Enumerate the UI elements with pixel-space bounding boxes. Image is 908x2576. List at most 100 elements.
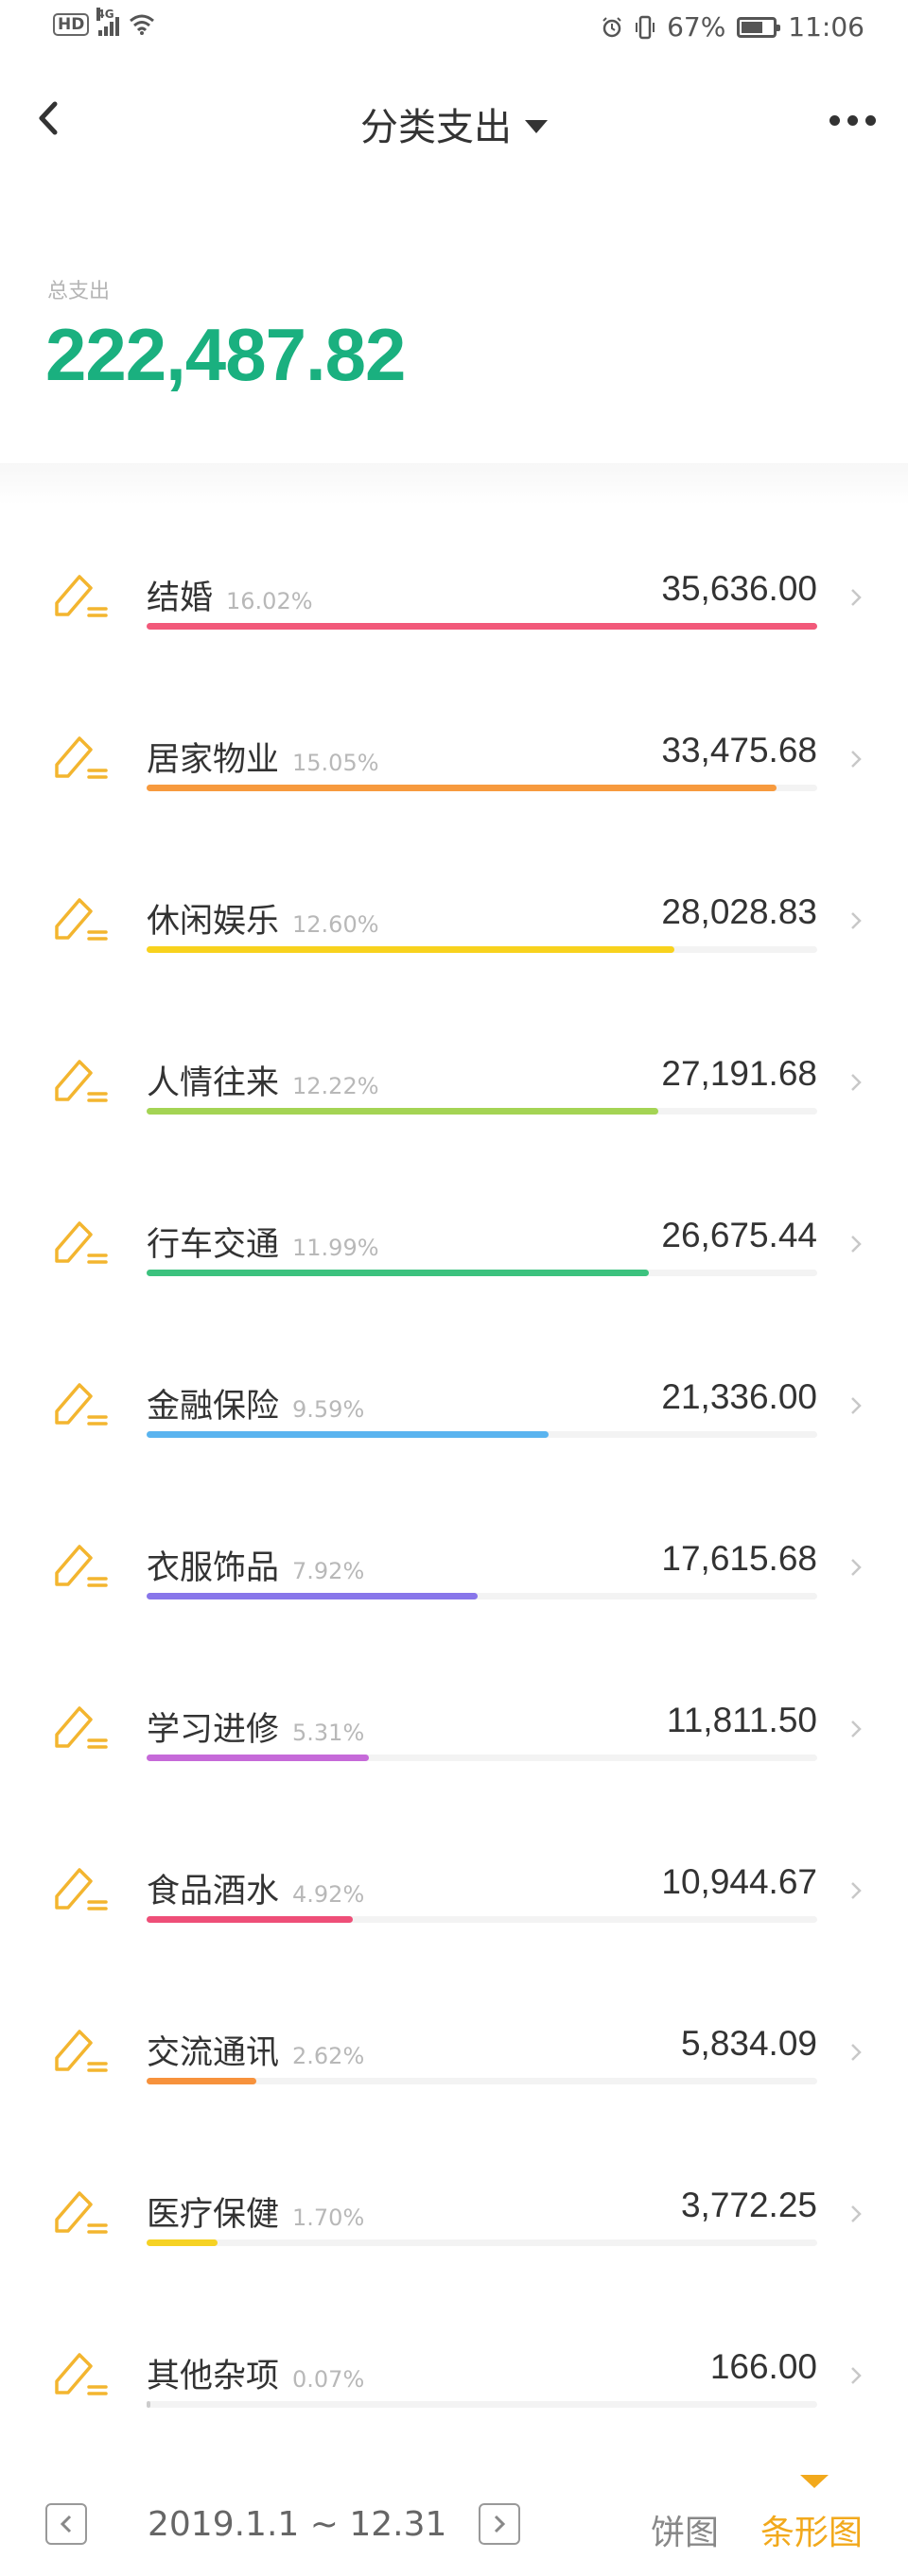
chevron-right-icon [851, 912, 862, 929]
active-tab-indicator [800, 2475, 829, 2488]
category-row[interactable]: 行车交通 11.99% 26,675.44 [0, 1157, 908, 1319]
status-bar: HD 4G 67% 11:06 [0, 0, 908, 61]
chevron-right-icon [851, 589, 862, 606]
progress-bar [147, 946, 674, 953]
caret-down-icon [525, 120, 548, 133]
progress-track [147, 1916, 817, 1923]
battery-percent: 67% [667, 11, 726, 43]
category-amount: 35,636.00 [661, 569, 817, 608]
category-percent: 4.92% [292, 1881, 365, 1908]
tab-pie-chart[interactable]: 饼图 [651, 2505, 719, 2554]
category-label: 医疗保健 [147, 2196, 280, 2234]
category-percent: 12.60% [292, 911, 379, 938]
category-row[interactable]: 学习进修 5.31% 11,811.50 [0, 1642, 908, 1804]
category-label: 结婚 [147, 579, 214, 617]
battery-fill [742, 21, 762, 33]
category-name: 结婚 16.02% [147, 571, 313, 619]
category-name: 其他杂项 0.07% [147, 2349, 364, 2397]
category-amount: 17,615.68 [661, 1539, 817, 1578]
progress-bar [147, 2239, 218, 2246]
progress-track [147, 623, 817, 630]
category-row[interactable]: 休闲娱乐 12.60% 28,028.83 [0, 834, 908, 995]
category-row[interactable]: 医疗保健 1.70% 3,772.25 [0, 2127, 908, 2289]
chevron-right-icon [851, 751, 862, 768]
category-row[interactable]: 结婚 16.02% 35,636.00 [0, 510, 908, 672]
progress-track [147, 1270, 817, 1276]
category-row[interactable]: 食品酒水 4.92% 10,944.67 [0, 1804, 908, 1965]
clock: 11:06 [788, 11, 864, 43]
category-percent: 2.62% [292, 2043, 365, 2069]
alarm-icon [602, 16, 621, 37]
category-percent: 16.02% [226, 588, 313, 614]
edit-pencil-icon [55, 1383, 108, 1426]
progress-track [147, 946, 817, 953]
wifi-icon [130, 14, 155, 35]
category-name: 行车交通 11.99% [147, 1218, 379, 1266]
category-row[interactable]: 交流通讯 2.62% 5,834.09 [0, 1965, 908, 2127]
category-row[interactable]: 衣服饰品 7.92% 17,615.68 [0, 1480, 908, 1642]
chevron-right-icon [851, 2205, 862, 2222]
category-row[interactable]: 金融保险 9.59% 21,336.00 [0, 1319, 908, 1480]
category-amount: 33,475.68 [661, 731, 817, 769]
progress-bar [147, 1108, 658, 1115]
edit-pencil-icon [55, 1706, 108, 1749]
battery-icon [737, 16, 781, 38]
progress-track [147, 2078, 817, 2084]
category-name: 学习进修 5.31% [147, 1703, 364, 1751]
category-row[interactable]: 居家物业 15.05% 33,475.68 [0, 672, 908, 834]
vibrate-icon [636, 15, 655, 39]
category-percent: 5.31% [292, 1720, 365, 1746]
progress-track [147, 1755, 817, 1761]
category-amount: 11,811.50 [666, 1701, 817, 1739]
chevron-right-icon [851, 1074, 862, 1091]
edit-pencil-icon [55, 575, 108, 617]
next-period-button[interactable] [479, 2503, 520, 2545]
category-amount: 21,336.00 [661, 1377, 817, 1416]
bottom-bar: 2019.1.1 ~ 12.31 饼图 条形图 [0, 2475, 908, 2576]
edit-pencil-icon [55, 736, 108, 779]
previous-period-button[interactable] [45, 2503, 87, 2545]
category-percent: 12.22% [292, 1073, 379, 1099]
category-label: 行车交通 [147, 1226, 280, 1264]
category-name: 人情往来 12.22% [147, 1056, 379, 1104]
progress-bar [147, 623, 817, 630]
progress-track [147, 1431, 817, 1438]
category-name: 交流通讯 2.62% [147, 2026, 364, 2074]
total-label: 总支出 [47, 280, 111, 303]
edit-pencil-icon [55, 1545, 108, 1587]
category-label: 居家物业 [147, 741, 280, 779]
signal-icon: 4G [96, 8, 120, 36]
category-row[interactable]: 其他杂项 0.07% 166.00 [0, 2289, 908, 2450]
chevron-right-icon [851, 1559, 862, 1576]
progress-bar [147, 1593, 479, 1599]
category-name: 居家物业 15.05% [147, 733, 379, 781]
progress-bar [147, 1270, 650, 1276]
hd-badge: HD [53, 13, 90, 36]
category-label: 其他杂项 [147, 2358, 280, 2395]
category-percent: 15.05% [292, 750, 379, 776]
section-divider [0, 463, 908, 505]
edit-pencil-icon [55, 1868, 108, 1910]
category-title-dropdown[interactable]: 分类支出 [0, 96, 908, 151]
total-amount: 222,487.82 [45, 313, 406, 396]
tab-bar-chart[interactable]: 条形图 [760, 2505, 863, 2554]
chevron-right-icon [851, 1720, 862, 1738]
category-list: 结婚 16.02% 35,636.00 居家物业 15.05% 33,475.68 … [0, 510, 908, 2450]
category-row[interactable]: 人情往来 12.22% 27,191.68 [0, 995, 908, 1157]
category-percent: 7.92% [292, 1558, 365, 1584]
progress-track [147, 2239, 817, 2246]
progress-bar [147, 2401, 150, 2408]
category-percent: 9.59% [292, 1396, 365, 1423]
progress-track [147, 2401, 817, 2408]
progress-track [147, 785, 817, 791]
date-range[interactable]: 2019.1.1 ~ 12.31 [148, 2505, 446, 2544]
more-options-icon[interactable] [829, 115, 876, 126]
category-label: 金融保险 [147, 1388, 280, 1426]
category-name: 金融保险 9.59% [147, 1379, 364, 1427]
progress-bar [147, 785, 777, 791]
category-label: 人情往来 [147, 1064, 280, 1102]
category-percent: 1.70% [292, 2204, 365, 2231]
category-amount: 26,675.44 [661, 1216, 817, 1254]
edit-pencil-icon [55, 2191, 108, 2234]
progress-bar [147, 1431, 549, 1438]
